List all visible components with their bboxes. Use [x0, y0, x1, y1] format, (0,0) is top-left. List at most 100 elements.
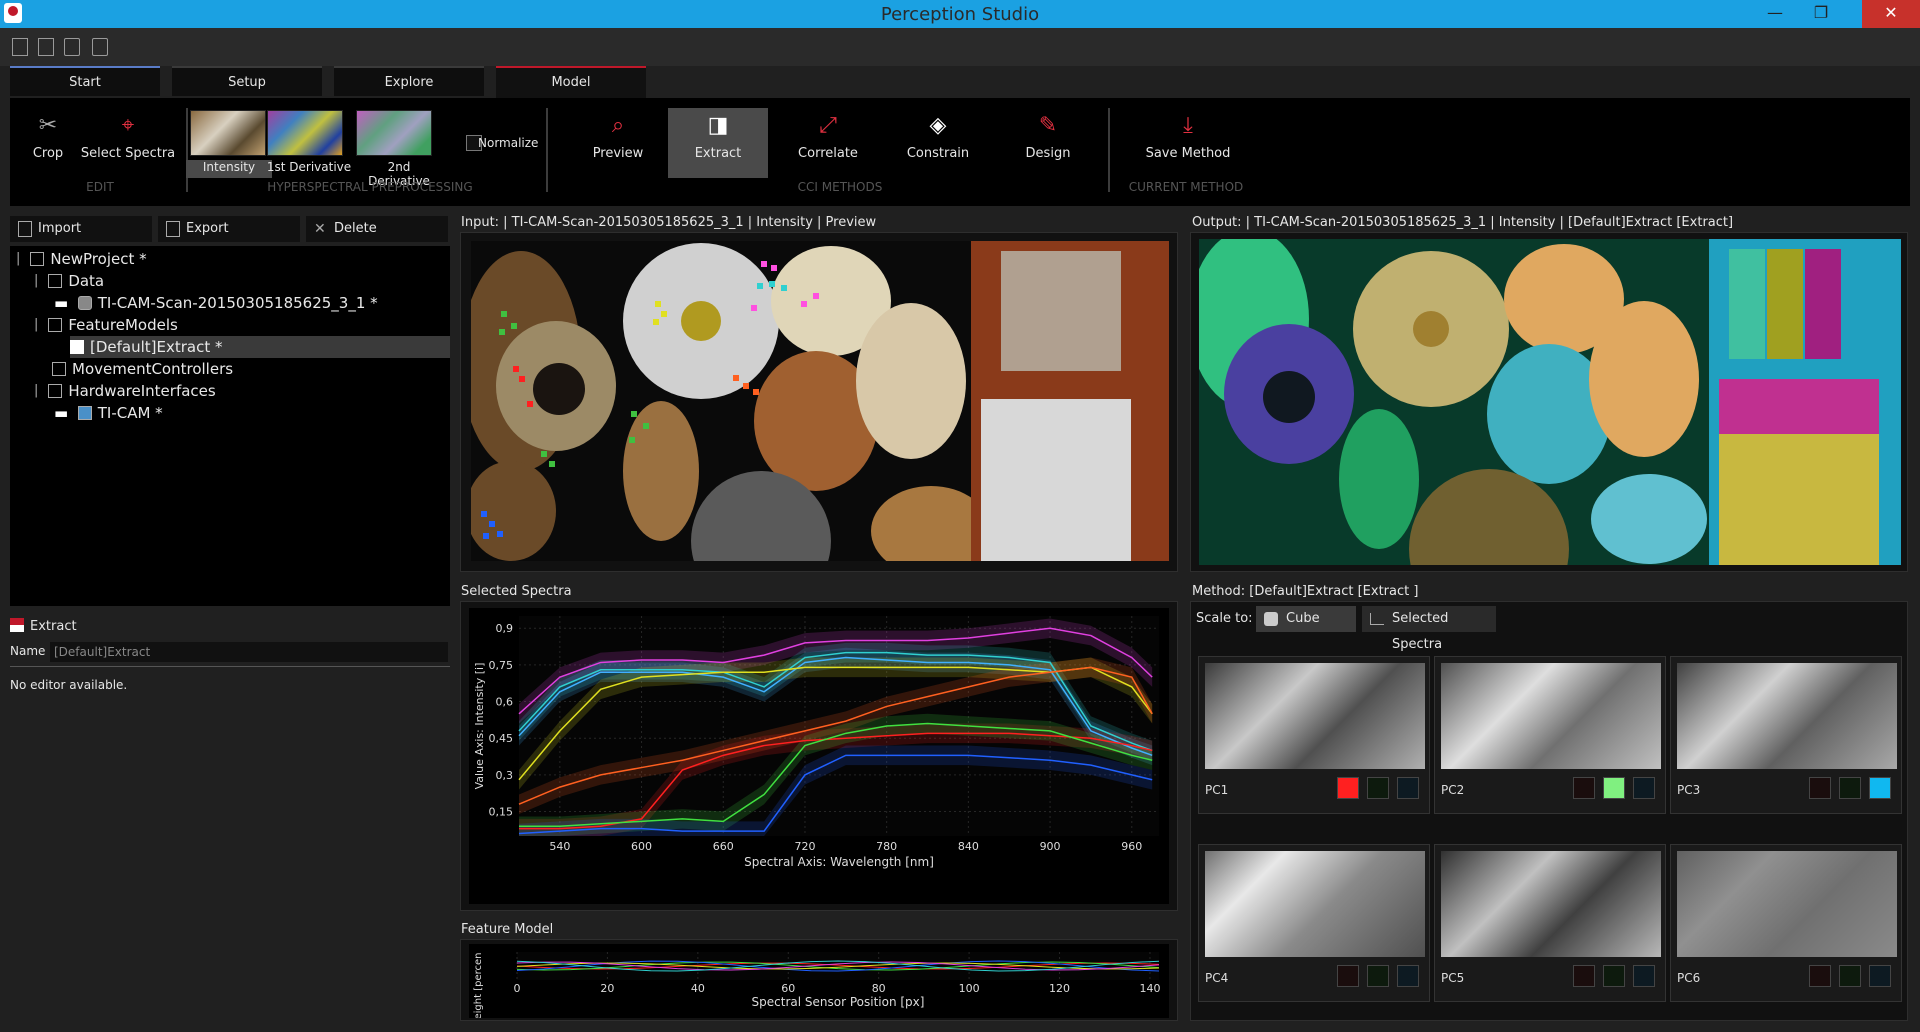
select-spectra-button[interactable]: ⌖ Select Spectra: [76, 108, 180, 178]
output-image[interactable]: [1199, 239, 1901, 565]
name-field[interactable]: [Default]Extract: [50, 642, 448, 662]
delete-button[interactable]: ✕ Delete: [306, 216, 448, 242]
scale-cube-button[interactable]: Cube: [1256, 606, 1356, 632]
minimize-button[interactable]: —: [1752, 0, 1798, 28]
save-all-icon[interactable]: [92, 38, 108, 56]
pc-card-1[interactable]: PC1: [1198, 656, 1430, 814]
extract-button[interactable]: ◨ Extract: [668, 108, 768, 178]
tab-start[interactable]: Start: [10, 66, 160, 96]
tab-setup[interactable]: Setup: [172, 66, 322, 96]
pc2-label: PC2: [1441, 783, 1465, 797]
intensity-label[interactable]: Intensity: [186, 160, 272, 178]
import-button[interactable]: Import: [10, 216, 152, 242]
save-method-button[interactable]: ⤓ Save Method: [1128, 108, 1248, 178]
pc6-swatch-blue[interactable]: [1869, 965, 1891, 987]
intensity-thumbnail[interactable]: [190, 110, 266, 156]
input-panel-label: Input: | TI-CAM-Scan-20150305185625_3_1 …: [461, 215, 877, 230]
cube-icon: [77, 296, 92, 310]
pc3-swatch-green[interactable]: [1839, 777, 1861, 799]
constrain-button[interactable]: ◈ Constrain: [886, 108, 990, 178]
delete-icon: ✕: [314, 221, 326, 237]
pc1-label: PC1: [1205, 783, 1229, 797]
tab-model[interactable]: Model: [496, 66, 646, 98]
x-tick-label: 540: [549, 840, 570, 853]
tab-explore[interactable]: Explore: [334, 66, 484, 96]
pc1-image: [1205, 663, 1425, 769]
new-file-icon[interactable]: [12, 38, 28, 56]
name-row: Name [Default]Extract: [10, 642, 450, 662]
correlate-button[interactable]: ⤢ Correlate: [776, 108, 880, 178]
pc2-swatch-blue[interactable]: [1633, 777, 1655, 799]
pc3-swatch-red[interactable]: [1809, 777, 1831, 799]
tree-scan[interactable]: ▬ TI-CAM-Scan-20150305185625_3_1 *: [54, 292, 378, 314]
pc4-swatch-blue[interactable]: [1397, 965, 1419, 987]
pc2-swatch-green[interactable]: [1603, 777, 1625, 799]
preprocessing-group-label: HYPERSPECTRAL PREPROCESSING: [267, 180, 473, 194]
tree-extract[interactable]: [Default]Extract *: [70, 336, 450, 358]
export-label: Export: [186, 221, 229, 236]
pc1-swatch-blue[interactable]: [1397, 777, 1419, 799]
tree-data[interactable]: | Data: [34, 270, 104, 292]
pc-card-5[interactable]: PC5: [1434, 844, 1666, 1002]
pc4-swatch-green[interactable]: [1367, 965, 1389, 987]
tree-ticam-label: TI-CAM *: [97, 404, 163, 422]
new-project-icon[interactable]: [38, 38, 54, 56]
pc5-swatch-red[interactable]: [1573, 965, 1595, 987]
pc-card-2[interactable]: PC2: [1434, 656, 1666, 814]
design-button[interactable]: ✎ Design: [996, 108, 1100, 178]
x-tick-label: 120: [1049, 982, 1070, 995]
spectra-chart[interactable]: 540 600 660 720 780 840 900 960 0,15 0,3 0,45 0,6 0,…: [469, 608, 1169, 904]
input-image[interactable]: [471, 241, 1169, 561]
scale-selected-spectra-button[interactable]: Selected Spectra: [1362, 606, 1496, 652]
import-label: Import: [38, 221, 82, 236]
feature-chart[interactable]: 0 20 40 60 80 100 120 140 Spectral Sensor Positi…: [469, 944, 1169, 1020]
x-axis-label: Spectral Axis: Wavelength [nm]: [744, 855, 934, 869]
save-icon[interactable]: [64, 38, 80, 56]
folder-icon: [48, 384, 63, 398]
separator: [546, 108, 548, 192]
output-scene: [1199, 239, 1901, 565]
camera-icon: [77, 406, 92, 420]
export-button[interactable]: Export: [158, 216, 300, 242]
export-icon: [166, 221, 180, 237]
pc2-swatch-red[interactable]: [1573, 777, 1595, 799]
pc4-swatch-red[interactable]: [1337, 965, 1359, 987]
pc1-swatch-red[interactable]: [1337, 777, 1359, 799]
tree-guide: |: [34, 383, 39, 398]
first-derivative-thumbnail[interactable]: [267, 110, 343, 156]
chart-icon: [1370, 613, 1384, 625]
second-derivative-thumbnail[interactable]: [356, 110, 432, 156]
x-axis-label: Spectral Sensor Position [px]: [752, 995, 925, 1009]
pc5-label: PC5: [1441, 971, 1465, 985]
output-panel-label: Output: | TI-CAM-Scan-20150305185625_3_1…: [1192, 215, 1734, 230]
tree-root[interactable]: | NewProject *: [16, 248, 147, 270]
pc3-label: PC3: [1677, 783, 1701, 797]
pc6-swatch-red[interactable]: [1809, 965, 1831, 987]
tree-ticam[interactable]: ▬ TI-CAM *: [54, 402, 163, 424]
y-tick-label: 0,75: [489, 659, 514, 672]
tree-hardware[interactable]: | HardwareInterfaces: [34, 380, 216, 402]
pc6-swatch-green[interactable]: [1839, 965, 1861, 987]
pc1-swatch-green[interactable]: [1367, 777, 1389, 799]
y-tick-label: 0,6: [496, 696, 514, 709]
extract-label: Extract: [694, 146, 742, 161]
x-tick-label: 660: [713, 840, 734, 853]
first-derivative-label[interactable]: 1st Derivative: [266, 160, 352, 174]
pc5-swatch-blue[interactable]: [1633, 965, 1655, 987]
y-axis-label: eight [percen: [473, 953, 484, 1019]
pc-card-3[interactable]: PC3: [1670, 656, 1902, 814]
crop-button[interactable]: ✂ Crop: [18, 108, 78, 178]
maximize-button[interactable]: ❐: [1798, 0, 1844, 28]
output-panel: [1190, 232, 1908, 572]
pc-card-4[interactable]: PC4: [1198, 844, 1430, 1002]
pc3-swatch-blue[interactable]: [1869, 777, 1891, 799]
tree-movement[interactable]: MovementControllers: [52, 358, 233, 380]
y-tick-label: 0,9: [496, 622, 514, 635]
preview-button[interactable]: ⌕ Preview: [566, 108, 670, 178]
close-button[interactable]: ✕: [1862, 0, 1920, 28]
pc-card-6[interactable]: PC6: [1670, 844, 1902, 1002]
design-icon: ✎: [1038, 113, 1058, 138]
tree-feature-models[interactable]: | FeatureModels: [34, 314, 178, 336]
pc5-swatch-green[interactable]: [1603, 965, 1625, 987]
pc4-image: [1205, 851, 1425, 957]
